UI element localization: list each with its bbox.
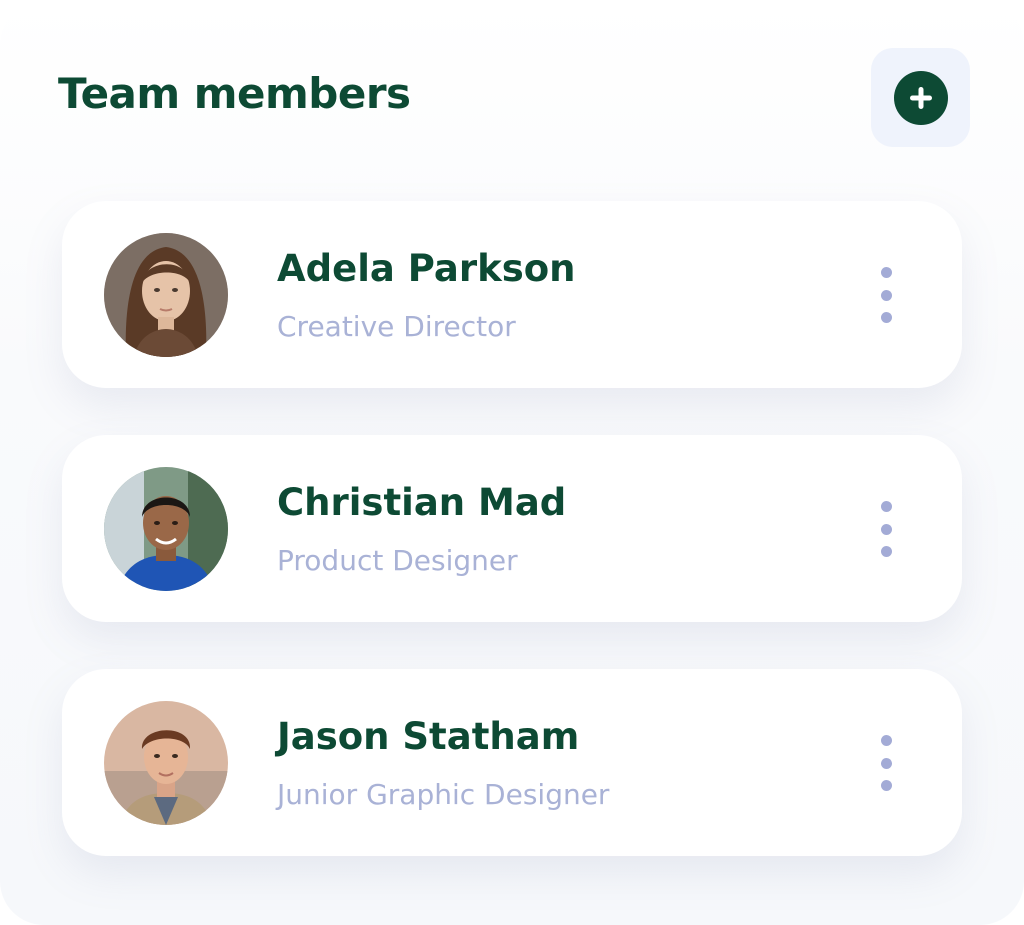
team-members-card: Team members Adela Parkson Creative Dire…: [0, 0, 1024, 925]
card-header: Team members: [58, 48, 970, 147]
list-item[interactable]: Adela Parkson Creative Director: [62, 201, 962, 388]
more-vertical-icon[interactable]: [868, 267, 904, 323]
member-name: Christian Mad: [277, 481, 567, 524]
avatar: [104, 701, 228, 825]
page-title: Team members: [58, 69, 411, 118]
more-vertical-icon[interactable]: [868, 735, 904, 791]
add-member-button[interactable]: [871, 48, 970, 147]
list-item[interactable]: Christian Mad Product Designer: [62, 435, 962, 622]
member-role: Product Designer: [277, 544, 518, 577]
member-name: Adela Parkson: [277, 247, 576, 290]
avatar: [104, 467, 228, 591]
member-role: Creative Director: [277, 310, 516, 343]
member-list: Adela Parkson Creative Director Christia…: [62, 201, 962, 903]
more-vertical-icon[interactable]: [868, 501, 904, 557]
list-item[interactable]: Jason Statham Junior Graphic Designer: [62, 669, 962, 856]
avatar: [104, 233, 228, 357]
member-name: Jason Statham: [277, 715, 580, 758]
member-role: Junior Graphic Designer: [277, 778, 610, 811]
plus-circle-icon: [893, 70, 948, 125]
